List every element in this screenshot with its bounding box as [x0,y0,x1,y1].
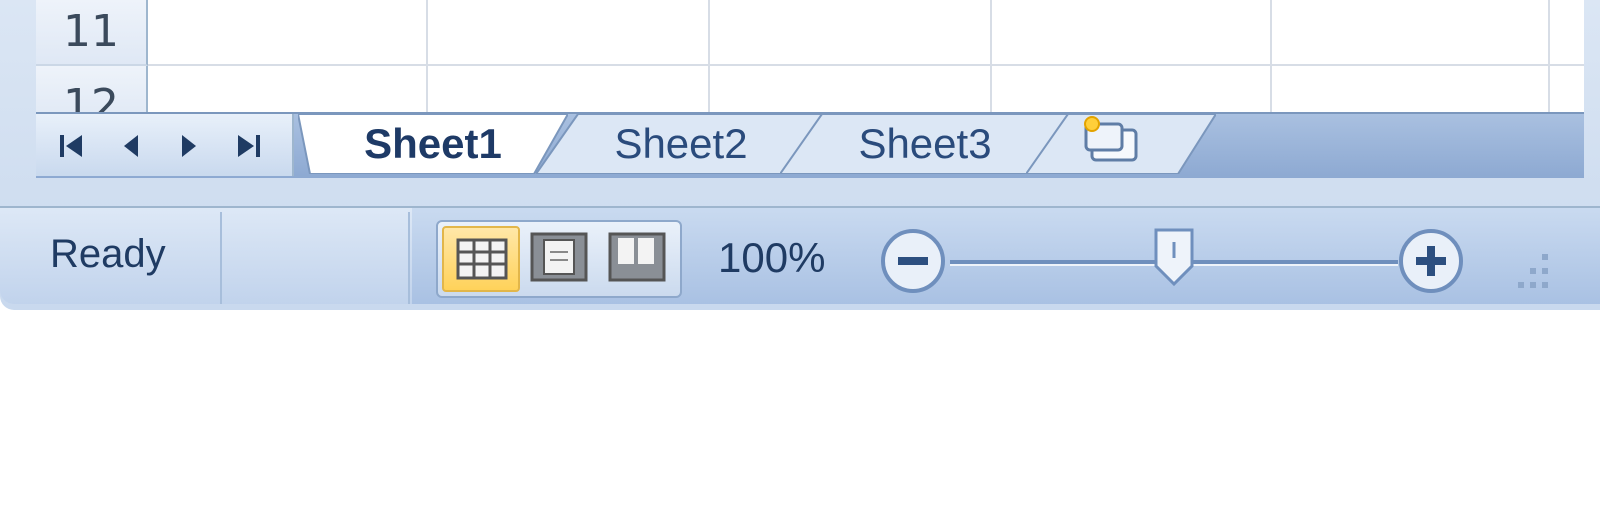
grid-column-line [990,0,992,112]
insert-sheet-tab[interactable] [1026,114,1216,174]
excel-window: 11 12 Sheet1 Sheet2 Sheet3 Ready 100% [0,0,1600,310]
resize-grip-icon[interactable] [1504,248,1556,300]
tab-label: Sheet2 [614,120,748,167]
zoom-level-label[interactable]: 100% [718,234,825,282]
row-header-12[interactable]: 12 [36,66,148,112]
zoom-slider-thumb[interactable] [1152,226,1196,288]
grid-column-line [1548,0,1550,112]
grid-column-line [1270,0,1272,112]
tab-sheet1[interactable]: Sheet1 [298,114,568,174]
page-layout-view-button[interactable] [522,226,600,292]
grid-column-line [708,0,710,112]
zoom-out-icon[interactable] [878,226,948,296]
status-divider [220,212,222,304]
grid-column-line [426,0,428,112]
page-break-preview-button[interactable] [600,226,678,292]
status-bar: Ready 100% [0,206,1600,304]
status-divider [408,212,410,304]
first-sheet-icon[interactable] [58,132,84,160]
previous-sheet-icon[interactable] [118,132,144,160]
sheet-navigation [36,114,294,176]
zoom-in-icon[interactable] [1396,226,1466,296]
last-sheet-icon[interactable] [236,132,262,160]
view-buttons [436,220,682,298]
next-sheet-icon[interactable] [176,132,202,160]
grid-row-line [148,64,1584,66]
row-header-11[interactable]: 11 [36,0,148,66]
worksheet-grid[interactable]: 11 12 [36,0,1584,112]
normal-view-icon [456,238,508,280]
sheet-tab-bar: Sheet1 Sheet2 Sheet3 [36,112,1584,178]
tab-label: Sheet3 [858,120,992,167]
insert-sheet-icon [1026,114,1216,174]
tab-label: Sheet1 [364,120,502,167]
normal-view-button[interactable] [442,226,520,292]
status-text: Ready [50,232,166,276]
page-layout-view-icon [530,232,588,282]
page-break-preview-icon [608,232,666,282]
